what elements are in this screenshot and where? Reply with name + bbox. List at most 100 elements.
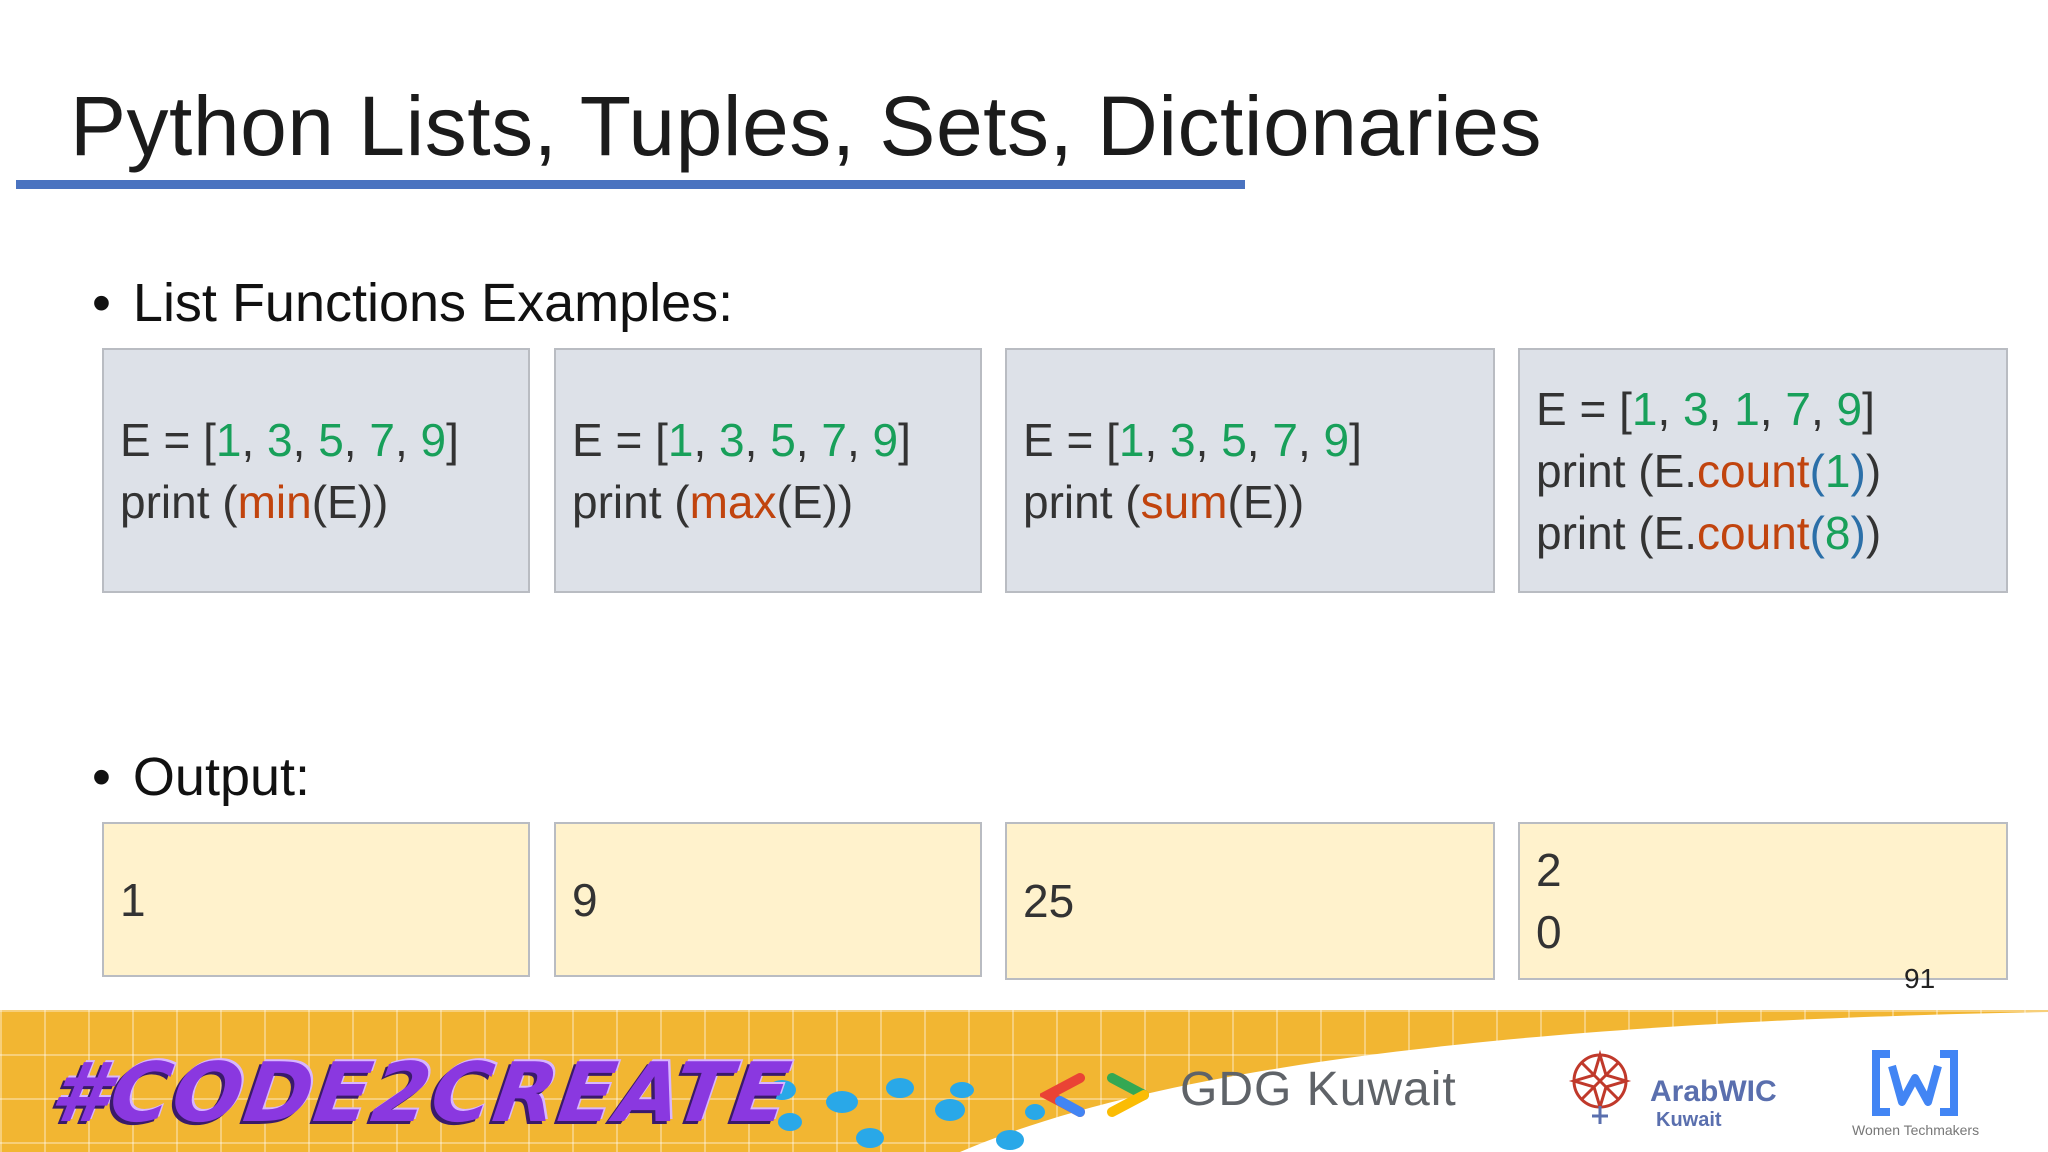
code-text: print (	[120, 475, 238, 528]
code-number: 7	[1272, 413, 1298, 466]
code-line: print (E.count(8))	[1536, 502, 2006, 564]
code-text: print (E.	[1536, 506, 1698, 559]
output-box-count: 20	[1518, 822, 2008, 980]
examples-label: List Functions Examples:	[132, 273, 734, 333]
code-text: ,	[744, 413, 771, 466]
code-text: ,	[1144, 413, 1171, 466]
code-box-sum: E = [1, 3, 5, 7, 9] print (sum(E))	[1005, 348, 1495, 593]
code-text: ,	[1708, 382, 1735, 435]
code-box-count: E = [1, 3, 1, 7, 9] print (E.count(1)) pri…	[1518, 348, 2008, 593]
code-paren: )	[1850, 444, 1866, 497]
arabwic-label: ArabWIC Kuwait	[1650, 1075, 1777, 1134]
code-line: print (max(E))	[572, 471, 980, 533]
code-number: 9	[1836, 382, 1863, 435]
code-text: ,	[1657, 382, 1684, 435]
code-text: ]	[446, 413, 459, 466]
code-text: ]	[1862, 382, 1875, 435]
code-text: ,	[343, 413, 370, 466]
code-function: max	[689, 475, 777, 528]
code-text: )	[1865, 506, 1882, 559]
code-number: 1	[667, 413, 694, 466]
code-line: E = [1, 3, 5, 7, 9]	[1023, 409, 1493, 471]
code-text: (E))	[776, 475, 854, 528]
code-number: 3	[719, 413, 745, 466]
bullet-icon: •	[92, 273, 111, 333]
code-number: 3	[1683, 382, 1709, 435]
gdg-logo-icon	[1040, 1073, 1149, 1117]
code-text: (E))	[1227, 475, 1305, 528]
code-box-min: E = [1, 3, 5, 7, 9] print (min(E))	[102, 348, 530, 593]
code-number: 5	[1221, 413, 1247, 466]
code-text: ,	[795, 413, 822, 466]
code-number: 1	[215, 413, 242, 466]
code-text: print (E.	[1536, 444, 1698, 497]
code-text: ,	[292, 413, 319, 466]
code-function: min	[237, 475, 312, 528]
code-text: E = [	[120, 413, 216, 466]
code-paren: (	[1809, 506, 1825, 559]
code-text: ]	[898, 413, 911, 466]
code-box-max: E = [1, 3, 5, 7, 9] print (max(E))	[554, 348, 982, 593]
code-line: print (min(E))	[120, 471, 528, 533]
code-number: 5	[770, 413, 796, 466]
code2create-hashtag: #CODE2CREATE	[45, 1046, 798, 1141]
code-number: 1	[1118, 413, 1145, 466]
code-text: ,	[1297, 413, 1324, 466]
title-underline	[16, 180, 1245, 189]
output-line: 2	[1536, 844, 1562, 896]
arabwic-logo-icon	[1568, 1049, 1632, 1124]
output-line: 25	[1023, 875, 1075, 927]
code-text: ,	[394, 413, 421, 466]
code-text: ]	[1349, 413, 1362, 466]
code-number: 1	[1824, 444, 1851, 497]
examples-heading: • List Functions Examples:	[92, 272, 733, 334]
code-text: E = [	[1023, 413, 1119, 466]
bullet-icon: •	[92, 747, 111, 807]
code-line: E = [1, 3, 5, 7, 9]	[572, 409, 980, 471]
code-number: 1	[1734, 382, 1760, 435]
code-number: 7	[821, 413, 847, 466]
code-number: 1	[1631, 382, 1658, 435]
code-text: ,	[693, 413, 720, 466]
code-function: count	[1697, 506, 1810, 559]
code-text: (E))	[311, 475, 389, 528]
code-number: 3	[1170, 413, 1196, 466]
output-box-sum: 25	[1005, 822, 1495, 980]
code-text: E = [	[1536, 382, 1632, 435]
output-heading: • Output:	[92, 746, 310, 808]
arabwic-name: ArabWIC	[1650, 1075, 1777, 1108]
code-function: count	[1697, 444, 1810, 497]
banner-dots-decoration	[768, 1078, 1045, 1150]
code-text: ,	[1246, 413, 1273, 466]
code-line: E = [1, 3, 5, 7, 9]	[120, 409, 528, 471]
slide-title: Python Lists, Tuples, Sets, Dictionaries	[70, 79, 1542, 173]
code-number: 7	[369, 413, 395, 466]
code-text: E = [	[572, 413, 668, 466]
code-text: print (	[1023, 475, 1141, 528]
women-techmakers-logo-icon	[1872, 1050, 1958, 1116]
code-text: )	[1865, 444, 1882, 497]
code-text: print (	[572, 475, 690, 528]
code-number: 9	[420, 413, 447, 466]
arabwic-sub: Kuwait	[1656, 1109, 1722, 1131]
code-number: 8	[1824, 506, 1851, 559]
gdg-kuwait-label: GDG Kuwait	[1180, 1063, 1457, 1116]
code-text: ,	[1759, 382, 1786, 435]
code-paren: )	[1850, 506, 1866, 559]
footer-banner: #CODE2CREATE GDG Kuwait ArabWIC Kuwait W…	[0, 1010, 2048, 1152]
page-number: 91	[1904, 963, 1936, 994]
women-techmakers-label: Women Techmakers	[1852, 1122, 1980, 1138]
code-number: 9	[1323, 413, 1350, 466]
output-box-min: 1	[102, 822, 530, 977]
output-label: Output:	[132, 747, 311, 807]
code-function: sum	[1140, 475, 1228, 528]
code-line: E = [1, 3, 1, 7, 9]	[1536, 378, 2006, 440]
code-text: ,	[1195, 413, 1222, 466]
code-number: 5	[318, 413, 344, 466]
output-line: 0	[1536, 906, 1562, 958]
code-number: 3	[267, 413, 293, 466]
code-text: ,	[241, 413, 268, 466]
code-line: print (sum(E))	[1023, 471, 1493, 533]
output-line: 1	[120, 873, 146, 926]
output-line: 9	[572, 873, 598, 926]
